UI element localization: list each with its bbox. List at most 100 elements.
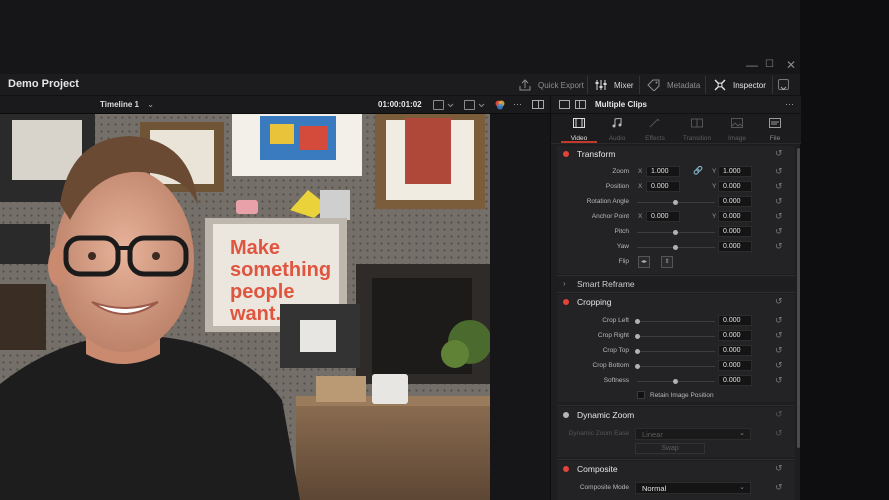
dynamic-zoom-header[interactable]: Dynamic Zoom <box>557 407 795 423</box>
crop-left-slider[interactable] <box>637 321 715 322</box>
tab-file[interactable]: File <box>755 117 795 142</box>
header-separator <box>705 76 706 94</box>
tab-label: Audio <box>608 135 626 142</box>
panel-layout-icon[interactable] <box>575 100 586 109</box>
link-icon[interactable]: 🔗 <box>693 166 703 175</box>
timecode: 01:00:01:02 <box>378 100 422 109</box>
reset-icon[interactable]: ↺ <box>775 482 783 493</box>
crop-right-field[interactable]: 0.000 <box>718 330 752 341</box>
reset-icon[interactable]: ↺ <box>775 211 783 222</box>
anchor-y-axis: Y <box>712 213 717 220</box>
position-x-field[interactable]: 0.000 <box>646 181 680 192</box>
maximize-button[interactable]: ☐ <box>765 59 774 70</box>
crop-top-slider[interactable] <box>637 351 715 352</box>
composite-mode-dropdown[interactable]: Normal ⌄ <box>635 482 751 494</box>
color-wheel-icon[interactable] <box>494 99 506 111</box>
reset-icon[interactable]: ↺ <box>775 463 783 474</box>
zoom-y-field[interactable]: 1.000 <box>718 166 752 177</box>
smart-reframe-header[interactable]: › Smart Reframe <box>557 276 795 292</box>
flip-horizontal-button[interactable]: ◂▸ <box>638 256 650 268</box>
flip-vertical-button[interactable]: ⇕ <box>661 256 673 268</box>
close-button[interactable]: ✕ <box>786 58 796 72</box>
softness-slider-handle[interactable] <box>673 379 678 384</box>
reset-icon[interactable]: ↺ <box>775 196 783 207</box>
yaw-slider-handle[interactable] <box>673 245 678 250</box>
rotation-slider-handle[interactable] <box>673 200 678 205</box>
film-icon <box>573 118 585 128</box>
transform-header[interactable]: Transform <box>557 146 795 162</box>
inspector-button[interactable]: Inspector <box>713 77 766 93</box>
timeline-name: Timeline 1 <box>100 100 139 109</box>
tab-video[interactable]: Video <box>559 117 599 142</box>
quick-export-button[interactable]: Quick Export <box>518 77 584 93</box>
inspector-more-button[interactable]: ··· <box>785 99 794 109</box>
reset-icon[interactable]: ↺ <box>775 360 783 371</box>
workspace-chevron-button[interactable] <box>778 79 789 91</box>
image-icon[interactable] <box>559 100 570 109</box>
reset-icon[interactable]: ↺ <box>775 345 783 356</box>
pitch-slider-handle[interactable] <box>673 230 678 235</box>
dynamic-zoom-enable-toggle[interactable] <box>563 412 569 418</box>
chevron-down-icon[interactable] <box>478 103 485 108</box>
softness-field[interactable]: 0.000 <box>718 375 752 386</box>
metadata-button[interactable]: Metadata <box>647 77 700 93</box>
crop-bottom-field[interactable]: 0.000 <box>718 360 752 371</box>
transform-enable-toggle[interactable] <box>563 151 569 157</box>
reset-icon[interactable]: ↺ <box>775 241 783 252</box>
swap-button[interactable]: Swap <box>635 443 705 454</box>
anchor-y-field[interactable]: 0.000 <box>718 211 752 222</box>
reset-icon[interactable]: ↺ <box>775 226 783 237</box>
crop-left-field[interactable]: 0.000 <box>718 315 752 326</box>
composite-enable-toggle[interactable] <box>563 466 569 472</box>
tab-image[interactable]: Image <box>717 117 757 142</box>
cropping-enable-toggle[interactable] <box>563 299 569 305</box>
tab-label: File <box>769 135 781 142</box>
retain-image-position-checkbox[interactable] <box>637 391 645 399</box>
pitch-field[interactable]: 0.000 <box>718 226 752 237</box>
timeline-selector[interactable]: Timeline 1 ⌄ <box>100 100 154 109</box>
reset-icon[interactable]: ↺ <box>775 148 783 159</box>
crop-top-field[interactable]: 0.000 <box>718 345 752 356</box>
reset-icon[interactable]: ↺ <box>775 296 783 307</box>
cropping-header[interactable]: Cropping <box>557 294 795 310</box>
softness-label: Softness <box>603 377 629 384</box>
reset-icon[interactable]: ↺ <box>775 375 783 386</box>
viewer-more-button[interactable]: ··· <box>513 99 522 109</box>
inspector-tabs: Video Audio Effects Transition Image Fil… <box>551 114 801 144</box>
crop-top-slider-handle[interactable] <box>635 349 640 354</box>
crop-bottom-slider[interactable] <box>637 366 715 367</box>
anchor-x-field[interactable]: 0.000 <box>646 211 680 222</box>
reset-icon[interactable]: ↺ <box>775 409 783 420</box>
header-bar: Demo Project Quick Export Mixer Metadata… <box>0 74 800 96</box>
crop-bottom-slider-handle[interactable] <box>635 364 640 369</box>
composite-header[interactable]: Composite <box>557 461 795 477</box>
minimize-button[interactable]: — <box>746 58 758 72</box>
split-view-icon[interactable] <box>532 100 544 109</box>
mixer-button[interactable]: Mixer <box>594 77 634 93</box>
tab-transition[interactable]: Transition <box>677 117 717 142</box>
rotation-field[interactable]: 0.000 <box>718 196 752 207</box>
inspector-scrollbar[interactable] <box>797 148 800 448</box>
yaw-field[interactable]: 0.000 <box>718 241 752 252</box>
tab-effects[interactable]: Effects <box>635 117 675 142</box>
reset-icon[interactable]: ↺ <box>775 166 783 177</box>
tab-audio[interactable]: Audio <box>597 117 637 142</box>
video-viewer[interactable]: Make something people want. <box>0 114 490 500</box>
chevron-down-icon[interactable] <box>447 103 454 108</box>
anchor-label: Anchor Point <box>591 213 629 220</box>
transition-icon <box>691 118 703 128</box>
position-y-axis: Y <box>712 183 717 190</box>
dynamic-zoom-ease-dropdown[interactable]: Linear ⌄ <box>635 428 751 440</box>
viewer-layout-icon[interactable] <box>464 100 475 110</box>
reset-icon[interactable]: ↺ <box>775 181 783 192</box>
crop-right-slider-handle[interactable] <box>635 334 640 339</box>
viewer-toolbar: Timeline 1 ⌄ 01:00:01:02 ··· <box>0 96 550 114</box>
zoom-x-field[interactable]: 1.000 <box>646 166 680 177</box>
reset-icon[interactable]: ↺ <box>775 428 783 439</box>
reset-icon[interactable]: ↺ <box>775 315 783 326</box>
position-y-field[interactable]: 0.000 <box>718 181 752 192</box>
crop-right-slider[interactable] <box>637 336 715 337</box>
reset-icon[interactable]: ↺ <box>775 330 783 341</box>
crop-left-slider-handle[interactable] <box>635 319 640 324</box>
viewer-size-icon[interactable] <box>433 100 444 110</box>
